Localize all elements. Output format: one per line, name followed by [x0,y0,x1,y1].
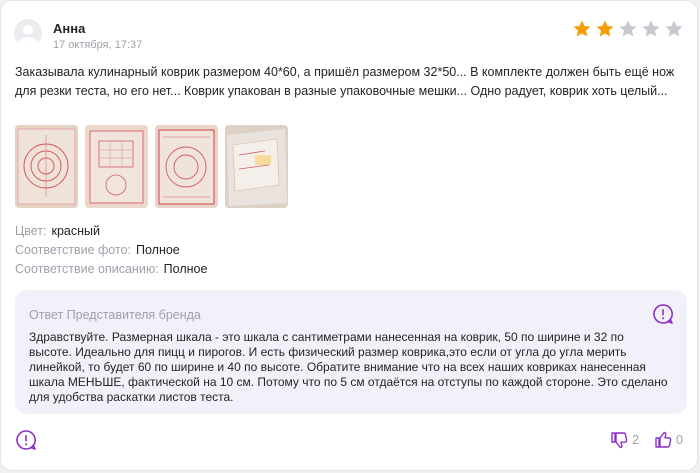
brand-answer: Ответ Представителя бренда Здравствуйте.… [15,290,687,414]
property-key: Соответствие описанию: [15,262,159,276]
star-empty-icon [665,20,683,37]
dislike-count: 2 [632,433,640,447]
property-description-match: Соответствие описанию: Полное [15,260,207,279]
property-value: Полное [163,262,208,276]
star-empty-icon [642,20,660,37]
thumb-up-icon [655,431,672,448]
review-photo-3[interactable] [155,125,218,208]
review-card: Анна 17 октября, 17:37 Заказывала кулина… [0,0,698,471]
star-empty-icon [619,20,637,37]
review-properties: Цвет: красный Соответствие фото: Полное … [15,222,207,279]
review-photo-2[interactable] [85,125,148,208]
review-photo-4[interactable] [225,125,288,208]
property-color: Цвет: красный [15,222,207,241]
property-photo-match: Соответствие фото: Полное [15,241,207,260]
rating-stars [572,19,684,39]
chat-question-icon[interactable] [15,429,37,451]
review-text: Заказывала кулинарный коврик размером 40… [15,65,675,98]
review-photo-1[interactable] [15,125,78,208]
review-photos [15,125,288,208]
property-value: Полное [136,243,180,257]
property-key: Соответствие фото: [15,243,131,257]
like-count: 0 [676,433,683,447]
chat-question-icon[interactable] [652,303,674,325]
thumb-down-icon [611,432,628,449]
star-filled-icon [573,20,591,37]
review-author: Анна [53,21,86,36]
user-avatar-icon [14,19,42,47]
review-votes: 2 0 [609,430,683,450]
property-value: красный [51,224,100,238]
like-button[interactable]: 0 [653,430,683,450]
review-date: 17 октября, 17:37 [53,39,143,51]
star-filled-icon [596,20,614,37]
answer-text: Здравствуйте. Размерная шкала - это шкал… [29,330,668,404]
dislike-button[interactable]: 2 [609,430,639,450]
answer-title: Ответ Представителя бренда [29,308,201,322]
property-key: Цвет: [15,224,47,238]
